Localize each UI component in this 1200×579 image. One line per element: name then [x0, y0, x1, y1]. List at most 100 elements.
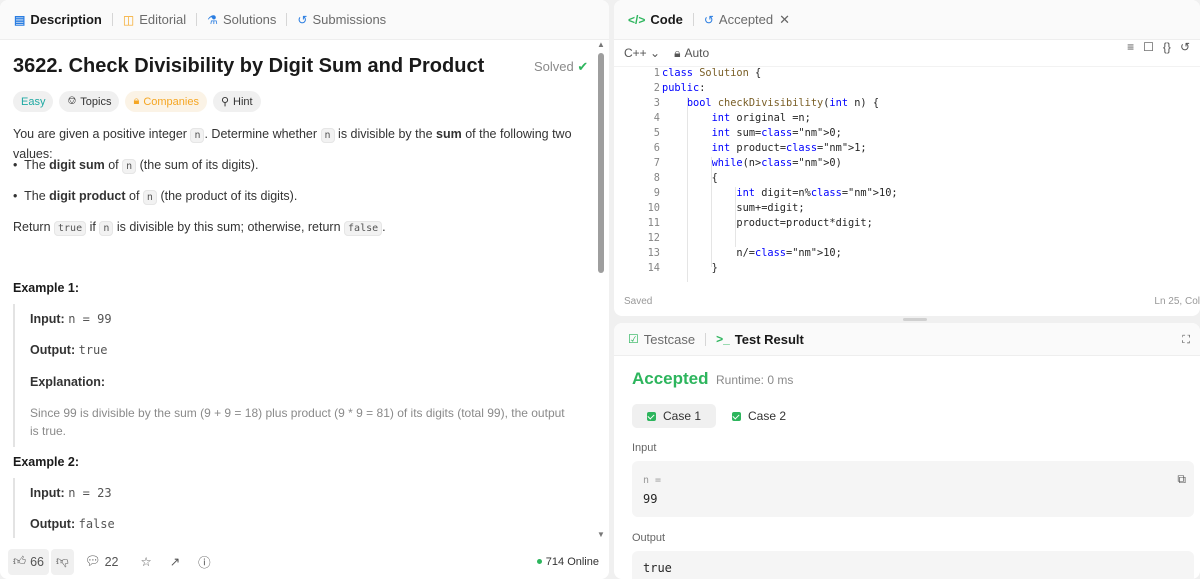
description-scrollbar[interactable]: ▲ ▼	[596, 40, 606, 540]
language-select[interactable]: C++ ⌄	[624, 46, 660, 60]
code-line[interactable]: int original =n;	[662, 112, 811, 124]
inline-code: n	[99, 221, 114, 236]
code-line[interactable]: int digit=n%class="nm">10;	[662, 187, 897, 199]
bullet-text: (the sum of its digits).	[139, 158, 259, 172]
bullet-text: The	[24, 189, 46, 203]
output-label: Output	[632, 532, 666, 544]
comment-icon: 💬︎	[84, 554, 101, 568]
inline-code: true	[54, 221, 87, 236]
tab-divider	[111, 13, 113, 26]
scroll-down-arrow[interactable]: ▼	[597, 530, 605, 539]
code-editor[interactable]: 1 class Solution {2 public: 3 bool checkDiv…	[614, 67, 1200, 282]
input-label: Input:	[30, 486, 65, 500]
runtime: Runtime: 0 ms	[716, 373, 794, 387]
close-icon[interactable]: ✕	[779, 12, 790, 28]
code-line[interactable]: product=product*digit;	[662, 217, 872, 229]
companies-button[interactable]: 🔒︎ Companies	[125, 91, 207, 112]
scroll-up-arrow[interactable]: ▲	[597, 40, 605, 49]
auto-mode-label[interactable]: Auto	[684, 46, 709, 60]
line-number: 5	[653, 127, 660, 139]
inline-code: n	[142, 190, 157, 205]
difficulty-label: Easy	[21, 95, 46, 108]
line-number: 3	[653, 97, 660, 109]
bullet-bold: digit product	[49, 189, 126, 203]
help-button[interactable]: ⓘ	[193, 549, 216, 575]
saved-status: Saved	[624, 296, 653, 307]
hint-label: Hint	[233, 95, 253, 108]
description-panel: ▤ Description ◫ Editorial ⚗ Solutions ↺ …	[0, 0, 609, 579]
expand-icon[interactable]: ⛶	[1182, 334, 1190, 347]
indent-guide	[735, 187, 736, 247]
bullet-dot: •	[13, 158, 21, 172]
line-number: 7	[653, 157, 660, 169]
scrollbar-thumb[interactable]	[598, 53, 604, 273]
inline-code: n	[320, 128, 335, 143]
comment-count: 22	[104, 554, 119, 569]
return-statement: Return true if n is divisible by this su…	[13, 218, 386, 238]
code-line[interactable]: int sum=class="nm">0;	[662, 127, 842, 139]
example-1-output: Output: true	[30, 343, 108, 357]
code-line[interactable]: }	[662, 262, 718, 274]
tab-editorial-label: Editorial	[139, 12, 187, 27]
line-number: 8	[653, 172, 660, 184]
case-2-tab[interactable]: Case 2	[717, 404, 801, 428]
tab-code[interactable]: </> Code	[624, 12, 687, 27]
bullet-dot: •	[13, 189, 21, 203]
example-1-explanation: Since 99 is divisible by the sum (9 + 9 …	[30, 406, 565, 438]
intro-text: . Determine whether	[204, 127, 318, 141]
example-1-input: Input: n = 99	[30, 312, 112, 326]
line-number: 9	[653, 187, 660, 199]
copy-icon[interactable]: ⧉	[1177, 472, 1186, 487]
tab-submissions[interactable]: ↺ Submissions	[293, 12, 390, 27]
bullet-digit-sum: • The digit sum of n (the sum of its dig…	[13, 156, 258, 176]
tab-divider	[705, 332, 707, 346]
result-panel: ☑ Testcase >_ Test Result ⛶ Accepted Run…	[614, 323, 1200, 579]
example-2-input: Input: n = 23	[30, 486, 112, 500]
code-line[interactable]: sum+=digit;	[662, 202, 804, 214]
topics-button[interactable]: ⎊ Topics	[59, 91, 120, 112]
like-button[interactable]: 👍︎ 66	[8, 548, 49, 575]
panel-resize-handle[interactable]	[903, 318, 927, 321]
bullet-bold: digit sum	[49, 158, 105, 172]
verdict: Accepted	[632, 369, 709, 388]
case-1-tab[interactable]: Case 1	[632, 404, 717, 428]
like-count: 66	[30, 554, 44, 569]
braces-icon[interactable]: {}	[1163, 40, 1171, 54]
bookmark-icon[interactable]: ☐	[1143, 40, 1154, 54]
format-icon[interactable]: ≡	[1127, 40, 1134, 54]
code-line[interactable]: {	[662, 172, 718, 184]
code-line[interactable]: int product=class="nm">1;	[662, 142, 867, 154]
language-label: C++	[624, 46, 647, 60]
tab-testcase[interactable]: ☑ Testcase	[624, 332, 699, 347]
input-label: Input	[632, 442, 657, 454]
share-button[interactable]: ↗	[165, 549, 185, 575]
check-icon	[647, 411, 656, 421]
reset-icon[interactable]: ↺	[1180, 40, 1190, 54]
hint-button[interactable]: ⚲ Hint	[212, 91, 261, 112]
code-line[interactable]: n/=class="nm">10;	[662, 247, 841, 259]
return-text: is divisible by this sum; otherwise, ret…	[116, 220, 341, 234]
question-circle-icon: ⓘ	[198, 556, 211, 570]
code-line[interactable]: class Solution {	[662, 67, 761, 79]
input-label: Input:	[30, 312, 65, 326]
return-text: .	[382, 220, 386, 234]
code-line[interactable]: public:	[662, 82, 705, 94]
bullet-text: (the product of its digits).	[160, 189, 298, 203]
tab-test-result[interactable]: >_ Test Result	[712, 332, 808, 347]
code-line[interactable]: bool checkDivisibility(int n) {	[662, 97, 879, 109]
code-line[interactable]: while(n>class="nm">0)	[662, 157, 842, 169]
line-number: 4	[653, 112, 660, 124]
bullet-text: of	[108, 158, 119, 172]
dislike-button[interactable]: 👎︎	[50, 548, 74, 575]
code-tab-bar: </> Code ↺ Accepted ✕	[614, 0, 1200, 40]
line-number: 6	[653, 142, 660, 154]
return-text: if	[89, 220, 96, 234]
share-icon: ↗	[169, 555, 181, 569]
favorite-button[interactable]: ☆	[135, 549, 156, 575]
tab-accepted[interactable]: ↺ Accepted ✕	[700, 12, 794, 28]
tab-solutions[interactable]: ⚗ Solutions	[203, 12, 280, 27]
tab-description[interactable]: ▤ Description	[10, 12, 106, 27]
bullet-text: The	[24, 158, 46, 172]
comments-button[interactable]: 💬︎ 22	[80, 549, 124, 575]
tab-editorial[interactable]: ◫ Editorial	[119, 12, 190, 27]
